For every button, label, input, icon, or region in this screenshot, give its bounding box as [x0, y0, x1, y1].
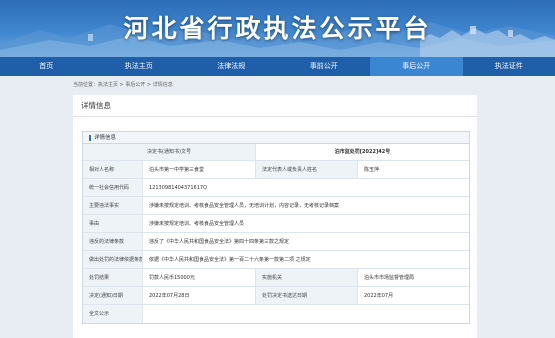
header-banner: 河北省行政执法公示平台 — [0, 0, 555, 57]
nav-item-certificates[interactable]: 执法证件 — [463, 57, 555, 76]
table-row: 决定书(通知书)文号 泊市监处罚[2022]42号 — [83, 144, 469, 161]
table-row: 决定(通知)日期 2022年07月28日 处罚决定书送达日期 2022年07月 — [83, 287, 469, 305]
delivery-date-value: 2022年07月 — [358, 287, 469, 304]
table-row: 做出处罚的法律依据条款 依据《中华人民共和国食品安全法》第一百二十六条第一款第二… — [83, 251, 469, 269]
basis-label: 做出处罚的法律依据条款 — [83, 251, 143, 268]
result-label: 处罚结果 — [83, 269, 143, 286]
cause-value: 涉嫌未按规定培训、考核食品安全管理人员 — [143, 215, 469, 232]
nav-item-enforcement-home[interactable]: 执法主页 — [93, 57, 186, 76]
table-row: 统一社会信用代码 12130981404371617Q — [83, 179, 469, 197]
nav-item-home[interactable]: 首页 — [0, 57, 93, 76]
table-row: 相对人名称 泊头市第一中学第三食堂 法定代表人或负责人姓名 陈玉萍 — [83, 161, 469, 179]
table-row: 事由 涉嫌未按规定培训、考核食品安全管理人员 — [83, 215, 469, 233]
nav-item-post-disclosure[interactable]: 事后公开 — [370, 57, 463, 76]
table-row: 违反的法律条款 违反了《中华人民共和国食品安全法》第四十四条第三款之规定 — [83, 233, 469, 251]
basis-value: 依据《中华人民共和国食品安全法》第一百二十六条第一款第二项 之规定 — [143, 251, 469, 268]
credit-code-value: 12130981404371617Q — [143, 179, 469, 196]
delivery-date-label: 处罚决定书送达日期 — [256, 287, 358, 304]
public-label: 全文公示 — [83, 305, 143, 323]
credit-code-label: 统一社会信用代码 — [83, 179, 143, 196]
main-navigation: 首页 执法主页 法律法规 事前公开 事后公开 执法证件 — [0, 57, 555, 76]
facts-label: 主要违法事实 — [83, 197, 143, 214]
detail-panel: 详情信息 详情信息 决定书(通知书)文号 泊市监处罚[2022]42号 相对人名… — [73, 95, 477, 338]
public-value — [143, 305, 469, 323]
decision-date-value: 2022年07月28日 — [143, 287, 256, 304]
authority-label: 实施机关 — [256, 269, 358, 286]
nav-item-pre-disclosure[interactable]: 事前公开 — [278, 57, 371, 76]
table-row: 处罚结果 罚款人民币15000元 实施机关 泊头市市场监督管理局 — [83, 269, 469, 287]
section-header: 详情信息 — [83, 132, 469, 144]
panel-title: 详情信息 — [73, 95, 477, 117]
cause-label: 事由 — [83, 215, 143, 232]
breadcrumb: 当前位置：执法主页 > 事后公开 > 详情信息 — [73, 82, 173, 88]
decision-no-label: 决定书(通知书)文号 — [83, 144, 256, 160]
table-row: 主要违法事实 涉嫌未按规定培训、考核食品安全管理人员，无培训计划，内容记录，无考… — [83, 197, 469, 215]
violated-label: 违反的法律条款 — [83, 233, 143, 250]
party-name-value: 泊头市第一中学第三食堂 — [143, 161, 256, 178]
violated-value: 违反了《中华人民共和国食品安全法》第四十四条第三款之规定 — [143, 233, 469, 250]
detail-table: 详情信息 决定书(通知书)文号 泊市监处罚[2022]42号 相对人名称 泊头市… — [82, 131, 470, 324]
party-name-label: 相对人名称 — [83, 161, 143, 178]
nav-item-laws[interactable]: 法律法规 — [185, 57, 278, 76]
section-marker-icon — [89, 134, 91, 141]
decision-no-value: 泊市监处罚[2022]42号 — [256, 144, 469, 160]
result-value: 罚款人民币15000元 — [143, 269, 256, 286]
authority-value: 泊头市市场监督管理局 — [358, 269, 469, 286]
facts-value: 涉嫌未按规定培训、考核食品安全管理人员，无培训计划，内容记录，无考核记录档案 — [143, 197, 469, 214]
section-title: 详情信息 — [94, 134, 117, 141]
decision-date-label: 决定(通知)日期 — [83, 287, 143, 304]
legal-rep-value: 陈玉萍 — [358, 161, 469, 178]
legal-rep-label: 法定代表人或负责人姓名 — [256, 161, 358, 178]
site-title: 河北省行政执法公示平台 — [123, 14, 432, 43]
table-row: 全文公示 — [83, 305, 469, 323]
